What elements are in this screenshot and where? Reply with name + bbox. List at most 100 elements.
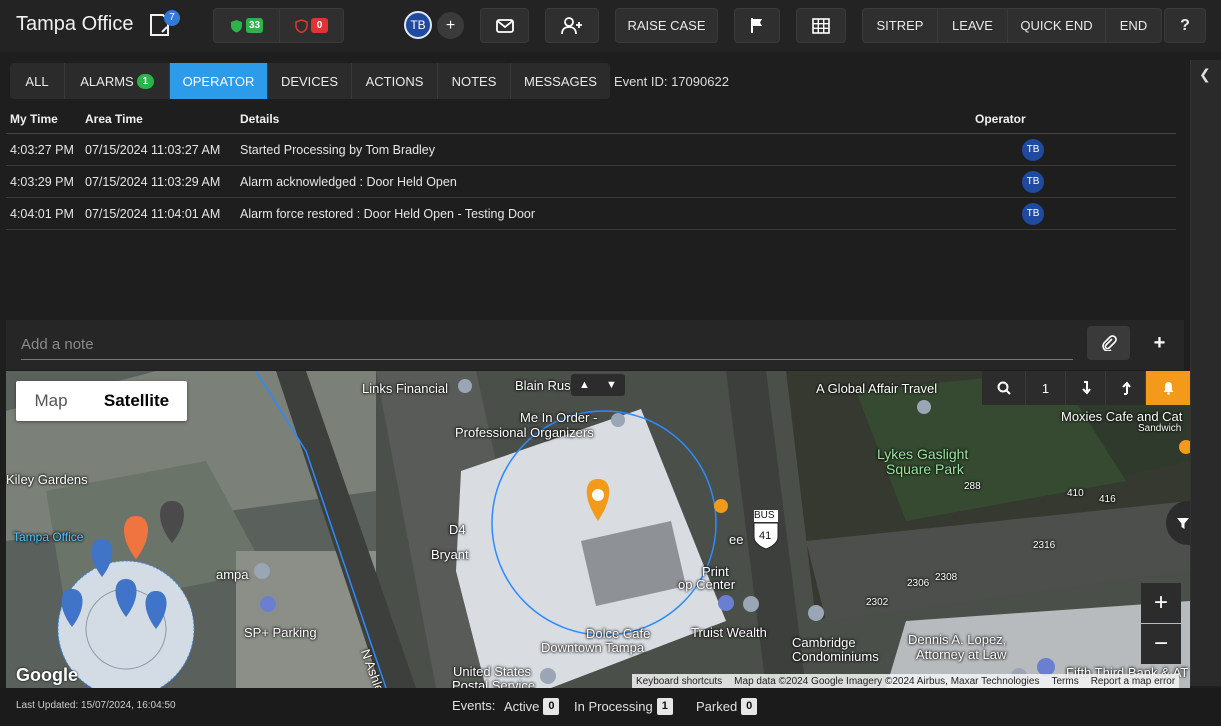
note-bar: + [6,320,1184,370]
chevron-left-icon[interactable]: ❮ [1199,66,1211,83]
tab-notes[interactable]: NOTES [438,63,511,99]
table-row: 4:04:01 PM 07/15/2024 11:04:01 AM Alarm … [6,198,1176,230]
tab-label: NOTES [451,73,497,89]
add-note-button[interactable]: + [1138,326,1181,360]
floor-nav: ▲ ▼ [571,374,625,396]
quick-end-button[interactable]: QUICK END [1008,9,1106,42]
parked-events[interactable]: Parked 0 [696,698,758,715]
sitrep-button[interactable]: SITREP [863,9,938,42]
map-label: Downtown Tampa [541,640,645,655]
active-events[interactable]: Active 0 [504,698,560,715]
flag-icon [751,18,762,33]
floor-up-button[interactable] [1106,371,1146,405]
operator-avatar[interactable]: TB [404,11,432,39]
note-input[interactable] [21,330,1073,360]
map-label: Bryant [431,547,469,562]
cell-my-time: 4:03:27 PM [10,142,74,157]
satellite-map[interactable]: Map Satellite Links Financial Blain Rus … [6,371,1190,688]
zoom-in-button[interactable]: + [1141,583,1181,623]
col-operator: Operator [975,111,1026,126]
right-panel-collapse-rail: ❮ [1190,60,1221,686]
map-label: Professional Organizers [455,425,594,440]
attach-button[interactable] [1087,326,1130,360]
cell-area-time: 07/15/2024 11:04:01 AM [85,206,221,221]
map-label: Sandwich [1138,423,1182,434]
map-label: Square Park [886,461,964,477]
map-label: Me In Order - [520,410,598,425]
keyboard-shortcuts-link[interactable]: Keyboard shortcuts [636,676,722,687]
bell-icon [1163,382,1173,395]
map-label: ee [729,532,744,547]
cell-details: Started Processing by Tom Bradley [240,142,436,157]
terms-link[interactable]: Terms [1051,676,1078,687]
secure-count-button[interactable]: 33 [214,9,280,42]
end-button[interactable]: END [1106,9,1161,42]
alarm-layer-button[interactable] [1146,371,1190,405]
tab-label: ALARMS [80,73,134,89]
cell-area-time: 07/15/2024 11:03:29 AM [85,174,221,189]
grid-icon [812,17,830,34]
floor-down-button[interactable] [1066,371,1106,405]
tab-label: ACTIONS [365,73,424,89]
map-attribution: Keyboard shortcuts Map data ©2024 Google… [632,674,1180,688]
add-operator-button[interactable]: + [437,12,464,39]
shield-check-icon [231,19,242,32]
map-label: 416 [1099,494,1116,505]
last-updated: Last Updated: 15/07/2024, 16:04:50 [16,700,176,711]
tab-all[interactable]: ALL [10,63,65,99]
tab-operator[interactable]: OPERATOR [170,63,268,99]
map-label: Condominiums [792,649,879,664]
alert-count-button[interactable]: 0 [280,9,343,42]
status-counter-group: 33 0 [213,8,344,43]
cell-area-time: 07/15/2024 11:03:27 AM [85,142,221,157]
add-user-button[interactable] [545,8,599,43]
col-area-time: Area Time [85,111,143,126]
alert-count-badge: 0 [311,18,328,33]
notes-count-badge: 7 [164,10,180,26]
map-label: 41 [759,530,772,542]
map-label: 288 [964,481,981,492]
parked-label: Parked [696,699,738,714]
plus-icon: + [1153,331,1166,354]
map-type-satellite[interactable]: Satellite [86,381,187,421]
tab-messages[interactable]: MESSAGES [511,63,610,99]
top-bar: Tampa Office 7 33 0 TB + RAISE CASE SITR… [0,0,1221,52]
arrow-down-icon [1081,381,1091,395]
tab-alarms[interactable]: ALARMS 1 [65,63,170,99]
map-label: op Center [678,577,736,592]
message-button[interactable] [480,8,529,43]
leave-button[interactable]: LEAVE [938,9,1008,42]
operator-avatar: TB [1022,202,1044,225]
cell-my-time: 4:04:01 PM [10,206,74,221]
alarms-count-badge: 1 [136,73,154,89]
tab-devices[interactable]: DEVICES [268,63,352,99]
map-label: Moxies Cafe and Cat [1061,409,1183,424]
report-error-link[interactable]: Report a map error [1091,676,1175,687]
map-label: Blain Rus [515,378,571,393]
paperclip-icon [1101,335,1117,351]
active-count: 0 [543,698,560,715]
cell-details: Alarm acknowledged : Door Held Open [240,174,457,189]
map-label-site: Tampa Office [13,530,84,544]
tab-label: ALL [25,73,49,89]
map-type-map[interactable]: Map [16,381,86,421]
chevron-down-icon[interactable]: ▼ [606,379,617,391]
search-icon [997,381,1011,395]
chevron-up-icon[interactable]: ▲ [579,379,590,391]
map-label: 2302 [866,597,889,608]
operator-avatar: TB [1022,138,1044,161]
raise-case-button[interactable]: RAISE CASE [615,8,718,43]
map-label: United States [453,664,532,679]
tab-label: OPERATOR [182,73,255,89]
map-search-button[interactable] [982,371,1026,405]
tab-label: MESSAGES [524,73,597,89]
grid-view-button[interactable] [796,8,846,43]
map-label: Kiley Gardens [6,472,88,487]
tab-actions[interactable]: ACTIONS [352,63,438,99]
zoom-out-button[interactable]: − [1141,624,1181,664]
flag-button[interactable] [734,8,780,43]
help-button[interactable]: ? [1164,8,1206,43]
floor-level[interactable]: 1 [1026,371,1066,405]
tab-label: DEVICES [280,73,339,89]
processing-events[interactable]: In Processing 1 [574,698,673,715]
